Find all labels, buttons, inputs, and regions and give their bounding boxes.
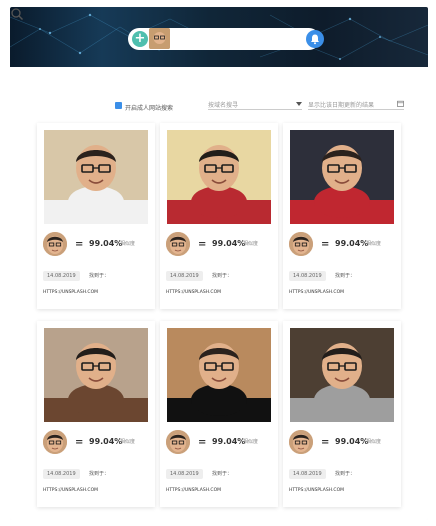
source-link[interactable]: HTTPS://UNSPLASH.COM bbox=[166, 488, 221, 493]
similarity-value: 99.04% bbox=[335, 437, 369, 446]
result-card[interactable]: = 99.04% 相似度 14.08.2019 找到于： HTTPS://UNS… bbox=[37, 123, 155, 309]
result-card[interactable]: = 99.04% 相似度 14.08.2019 找到于： HTTPS://UNS… bbox=[160, 123, 278, 309]
date-badge: 14.08.2019 bbox=[289, 469, 326, 479]
equals-icon: = bbox=[321, 437, 330, 448]
similarity-value: 99.04% bbox=[89, 239, 123, 248]
similarity-value: 99.04% bbox=[335, 239, 369, 248]
avatar-face bbox=[43, 430, 67, 454]
results-area: 开启成人网站搜索 按域名搜寻 显示比该日期更新的结果 = 99.04% 相似度 … bbox=[10, 67, 428, 520]
search-icon[interactable] bbox=[10, 7, 24, 21]
result-photo[interactable] bbox=[167, 328, 271, 422]
avatar-face bbox=[289, 430, 313, 454]
avatar bbox=[289, 430, 313, 454]
avatar bbox=[289, 232, 313, 256]
equals-icon: = bbox=[321, 239, 330, 250]
similarity-value: 99.04% bbox=[212, 239, 246, 248]
site-select-value: 按域名搜寻 bbox=[208, 102, 239, 109]
date-filter-placeholder: 显示比该日期更新的结果 bbox=[308, 102, 375, 109]
found-on-label: 找到于： bbox=[89, 471, 110, 477]
similarity-label: 相似度 bbox=[366, 241, 382, 247]
avatar bbox=[166, 430, 190, 454]
app-window: + 开启成人网站搜索 按域名搜寻 显示比该日期更新的结果 = 99.04% 相似… bbox=[10, 7, 428, 520]
date-badge: 14.08.2019 bbox=[43, 469, 80, 479]
site-select[interactable]: 按域名搜寻 bbox=[208, 100, 302, 110]
source-link[interactable]: HTTPS://UNSPLASH.COM bbox=[289, 290, 344, 295]
equals-icon: = bbox=[75, 437, 84, 448]
bell-icon bbox=[311, 34, 319, 45]
adult-search-checkbox[interactable] bbox=[115, 102, 122, 116]
result-card[interactable]: = 99.04% 相似度 14.08.2019 找到于： HTTPS://UNS… bbox=[283, 123, 401, 309]
equals-icon: = bbox=[75, 239, 84, 250]
result-photo[interactable] bbox=[167, 130, 271, 224]
check-icon bbox=[115, 111, 122, 116]
found-on-label: 找到于： bbox=[89, 273, 110, 279]
avatar-face bbox=[166, 430, 190, 454]
result-photo[interactable] bbox=[290, 328, 394, 422]
result-photo[interactable] bbox=[44, 130, 148, 224]
similarity-label: 相似度 bbox=[243, 241, 259, 247]
date-badge: 14.08.2019 bbox=[166, 271, 203, 281]
equals-icon: = bbox=[198, 437, 207, 448]
result-photo[interactable] bbox=[44, 328, 148, 422]
date-filter-field[interactable]: 显示比该日期更新的结果 bbox=[308, 100, 404, 110]
date-badge: 14.08.2019 bbox=[166, 469, 203, 479]
avatar-face bbox=[166, 232, 190, 256]
similarity-label: 相似度 bbox=[366, 439, 382, 445]
avatar bbox=[166, 232, 190, 256]
face-photo bbox=[167, 328, 271, 422]
chevron-down-icon bbox=[296, 102, 302, 106]
header-banner: + bbox=[10, 7, 428, 67]
avatar bbox=[43, 232, 67, 256]
equals-icon: = bbox=[198, 239, 207, 250]
result-card[interactable]: = 99.04% 相似度 14.08.2019 找到于： HTTPS://UNS… bbox=[283, 321, 401, 507]
query-image-thumbnail[interactable] bbox=[149, 28, 170, 49]
source-link[interactable]: HTTPS://UNSPLASH.COM bbox=[43, 488, 98, 493]
similarity-value: 99.04% bbox=[212, 437, 246, 446]
similarity-label: 相似度 bbox=[120, 439, 136, 445]
face-photo bbox=[290, 130, 394, 224]
notification-button[interactable] bbox=[306, 30, 324, 48]
found-on-label: 找到于： bbox=[335, 471, 356, 477]
face-photo bbox=[44, 130, 148, 224]
similarity-value: 99.04% bbox=[89, 437, 123, 446]
found-on-label: 找到于： bbox=[335, 273, 356, 279]
date-badge: 14.08.2019 bbox=[289, 271, 326, 281]
adult-search-label: 开启成人网站搜索 bbox=[125, 105, 174, 112]
date-badge: 14.08.2019 bbox=[43, 271, 80, 281]
face-photo bbox=[290, 328, 394, 422]
add-image-button[interactable]: + bbox=[132, 31, 148, 47]
avatar bbox=[43, 430, 67, 454]
source-link[interactable]: HTTPS://UNSPLASH.COM bbox=[289, 488, 344, 493]
result-card[interactable]: = 99.04% 相似度 14.08.2019 找到于： HTTPS://UNS… bbox=[37, 321, 155, 507]
similarity-label: 相似度 bbox=[120, 241, 136, 247]
avatar-face bbox=[289, 232, 313, 256]
result-card[interactable]: = 99.04% 相似度 14.08.2019 找到于： HTTPS://UNS… bbox=[160, 321, 278, 507]
calendar-icon bbox=[397, 100, 404, 107]
similarity-label: 相似度 bbox=[243, 439, 259, 445]
found-on-label: 找到于： bbox=[212, 273, 233, 279]
face-photo bbox=[44, 328, 148, 422]
result-photo[interactable] bbox=[290, 130, 394, 224]
avatar-face bbox=[43, 232, 67, 256]
source-link[interactable]: HTTPS://UNSPLASH.COM bbox=[166, 290, 221, 295]
source-link[interactable]: HTTPS://UNSPLASH.COM bbox=[43, 290, 98, 295]
face-photo bbox=[167, 130, 271, 224]
found-on-label: 找到于： bbox=[212, 471, 233, 477]
